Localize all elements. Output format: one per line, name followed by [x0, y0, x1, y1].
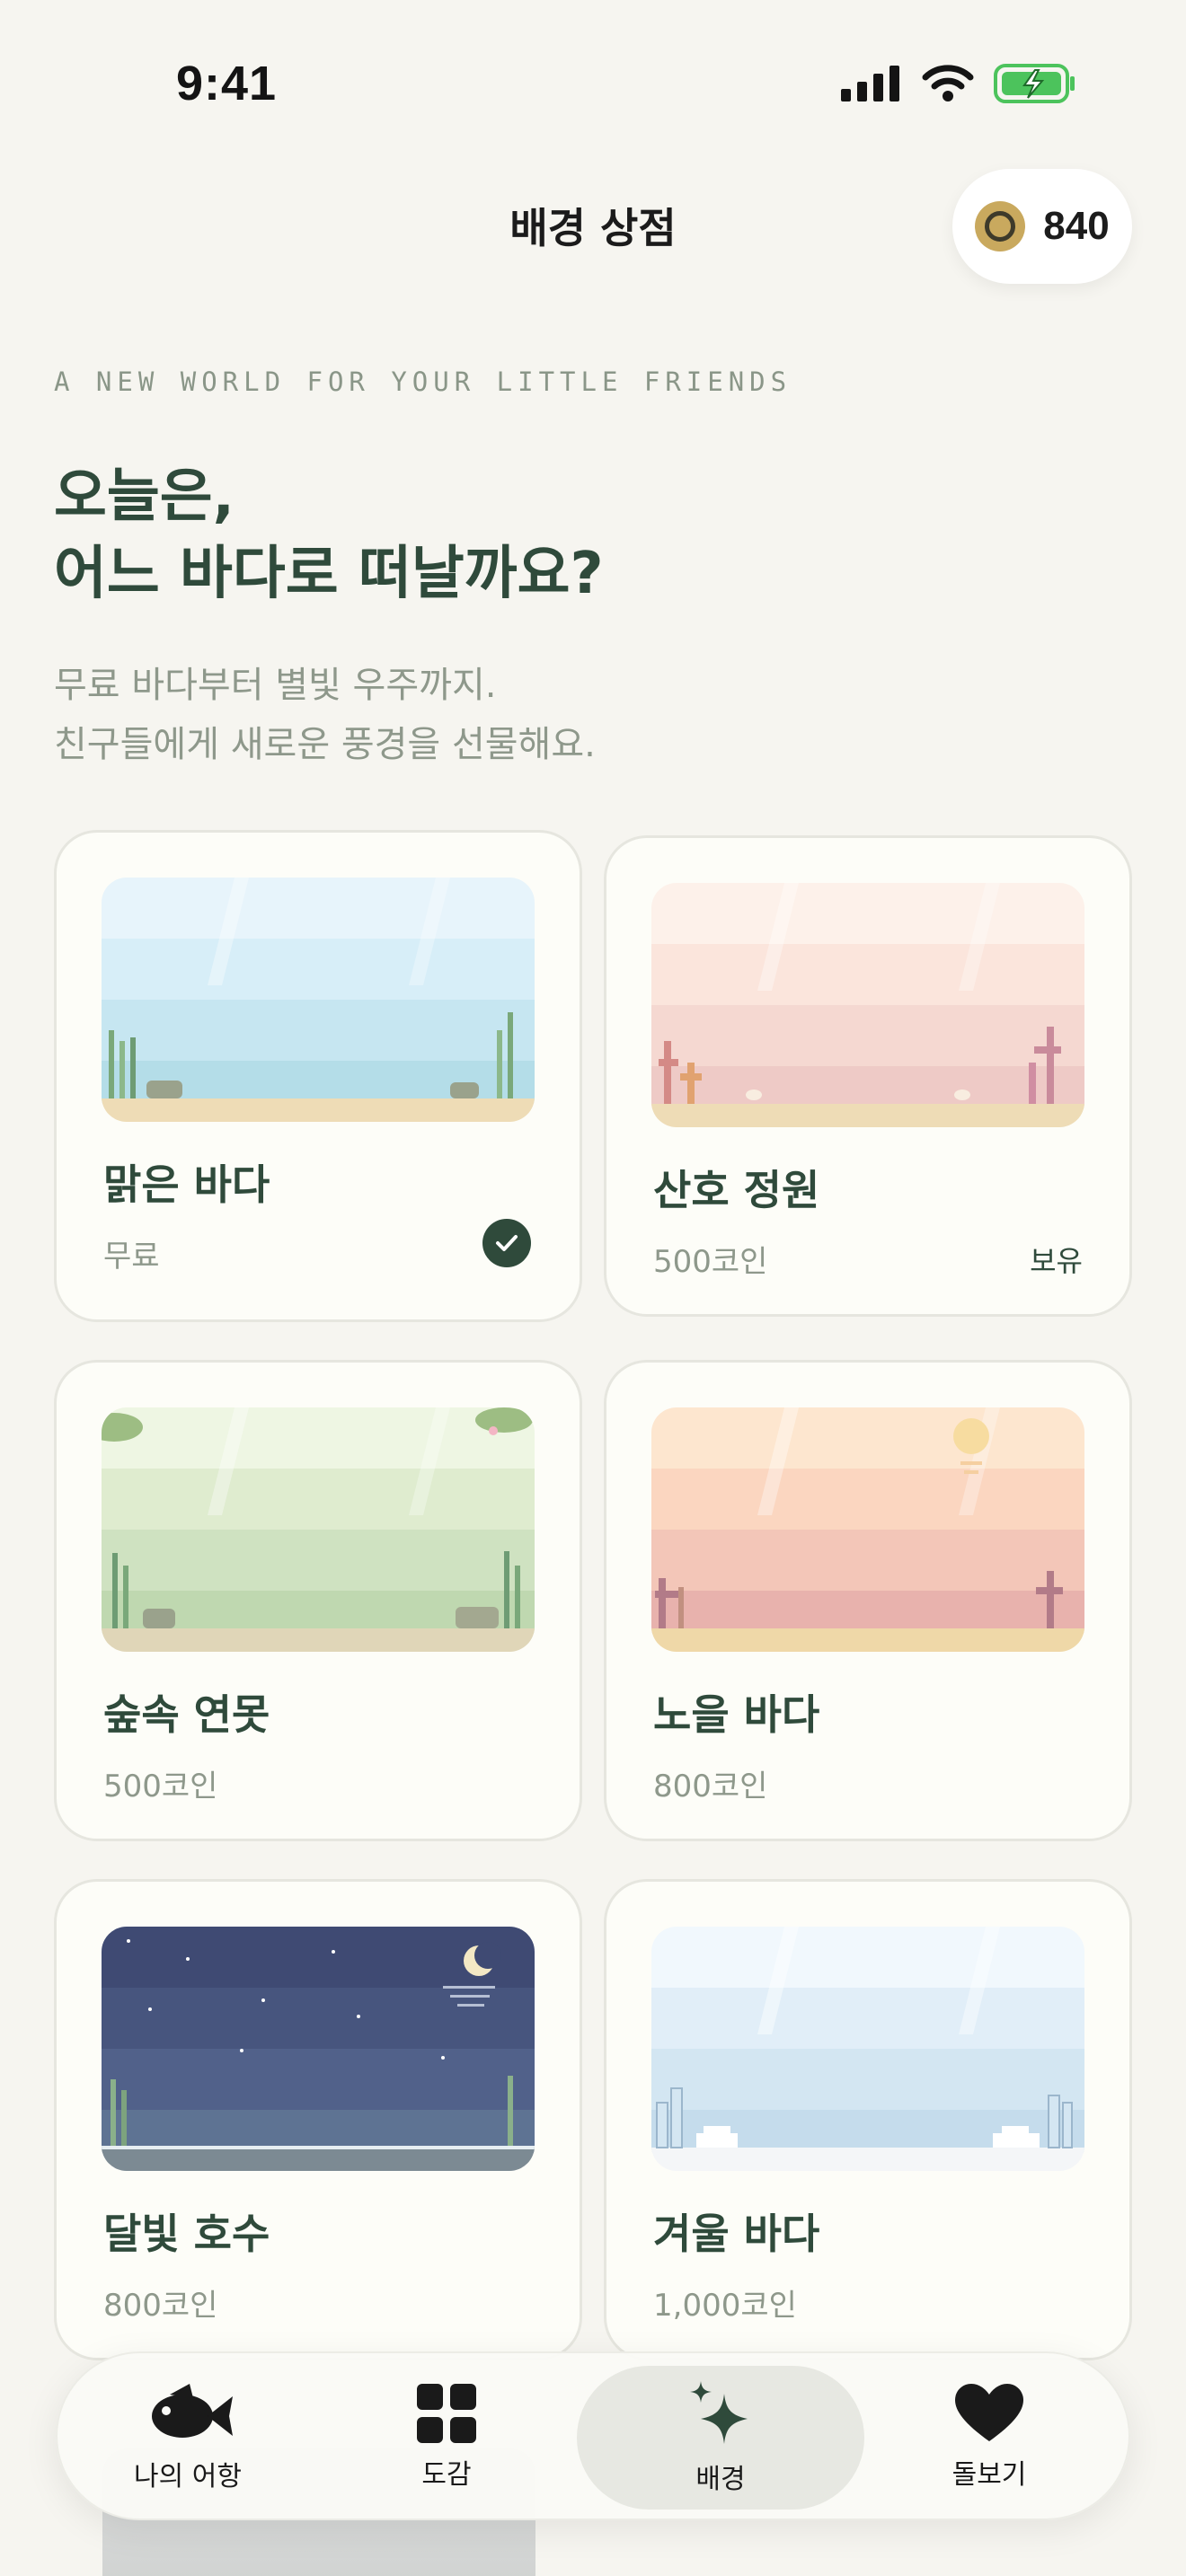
card-name: 산호 정원: [653, 1166, 820, 1214]
scene-preview-coral-garden: [651, 883, 1084, 1127]
status-bar: 9:41: [0, 0, 1186, 171]
tab-care[interactable]: 돌보기: [859, 2353, 1120, 2522]
subtext-line-2: 친구들에게 새로운 풍경을 선물해요.: [54, 724, 596, 765]
status-icons: [841, 63, 1076, 104]
subtext-line-1: 무료 바다부터 별빛 우주까지.: [54, 665, 497, 706]
card-price: 500코인: [103, 1769, 218, 1804]
background-card-sunset-sea[interactable]: 노을 바다 800코인: [604, 1360, 1132, 1841]
sparkle-icon: [690, 2381, 748, 2444]
card-name: 달빛 호수: [103, 2210, 270, 2258]
card-name: 숲속 연못: [103, 1690, 270, 1739]
background-card-forest-pond[interactable]: 숲속 연못 500코인: [54, 1360, 582, 1841]
grid-icon: [417, 2384, 476, 2443]
card-name: 겨울 바다: [653, 2210, 820, 2258]
background-card-clear-sea[interactable]: 맑은 바다 무료: [54, 830, 582, 1322]
tab-collection[interactable]: 도감: [316, 2353, 577, 2522]
selected-check-icon: [482, 1219, 531, 1267]
headline: 오늘은, 어느 바다로 떠날까요?: [54, 458, 604, 613]
fish-icon: [152, 2384, 233, 2438]
scene-preview-forest-pond: [102, 1407, 535, 1652]
headline-line-2: 어느 바다로 떠날까요?: [54, 541, 604, 607]
wifi-icon: [922, 65, 974, 101]
card-price: 800코인: [103, 2288, 218, 2324]
eyebrow-text: A NEW WORLD FOR YOUR LITTLE FRIENDS: [54, 366, 792, 397]
headline-line-1: 오늘은,: [54, 463, 235, 530]
card-price: 800코인: [653, 1769, 768, 1804]
status-time: 9:41: [176, 57, 278, 110]
tab-label: 도감: [421, 2459, 472, 2491]
heart-icon: [955, 2384, 1023, 2441]
tab-my-aquarium[interactable]: 나의 어항: [58, 2353, 318, 2522]
scene-preview-clear-sea: [102, 878, 535, 1122]
tab-label: 배경: [695, 2464, 746, 2495]
tab-bar: 나의 어항 도감 배경 돌보기: [56, 2351, 1130, 2520]
tab-backgrounds[interactable]: 배경: [566, 2353, 875, 2522]
scene-preview-sunset-sea: [651, 1407, 1084, 1652]
card-price: 1,000코인: [653, 2288, 797, 2324]
card-name: 노을 바다: [653, 1690, 820, 1739]
coin-value: 840: [1043, 204, 1110, 248]
tab-label: 나의 어항: [134, 2461, 242, 2492]
background-card-coral-garden[interactable]: 산호 정원 500코인 보유: [604, 835, 1132, 1317]
owned-badge: 보유: [1030, 1244, 1083, 1278]
scene-preview-winter-sea: [651, 1927, 1084, 2171]
scene-preview-moonlit-lake: [102, 1927, 535, 2171]
background-card-winter-sea[interactable]: 겨울 바다 1,000코인: [604, 1879, 1132, 2360]
background-card-moonlit-lake[interactable]: 달빛 호수 800코인: [54, 1879, 582, 2360]
coin-balance[interactable]: 840: [952, 169, 1132, 284]
card-price: 500코인: [653, 1244, 768, 1280]
subtext: 무료 바다부터 별빛 우주까지. 친구들에게 새로운 풍경을 선물해요.: [54, 656, 596, 774]
card-price: 무료: [103, 1239, 160, 1275]
battery-charging-icon: [994, 64, 1075, 103]
tab-label: 돌보기: [951, 2459, 1027, 2491]
card-name: 맑은 바다: [103, 1160, 270, 1209]
coin-icon: [975, 201, 1026, 251]
cellular-signal-icon: [841, 66, 899, 101]
